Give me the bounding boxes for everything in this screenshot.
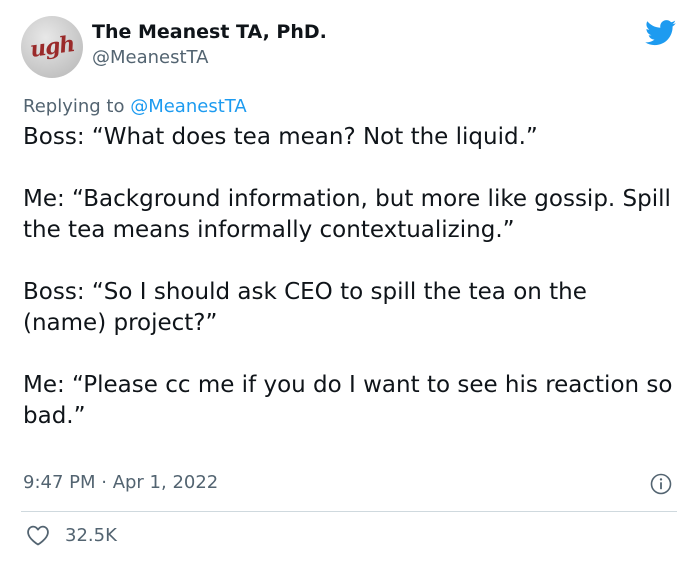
replying-prefix: Replying to [23, 96, 131, 117]
tweet-paragraph: Me: “Background information, but more li… [23, 186, 671, 243]
tweet-paragraph: Me: “Please cc me if you do I want to se… [23, 372, 673, 429]
like-action[interactable]: 32.5K [26, 524, 117, 546]
tweet-card: ugh The Meanest TA, PhD. @MeanestTA Repl… [0, 0, 700, 563]
avatar[interactable]: ugh [21, 16, 83, 78]
display-name[interactable]: The Meanest TA, PhD. [92, 20, 327, 45]
avatar-text: ugh [28, 31, 76, 63]
user-handle[interactable]: @MeanestTA [92, 45, 327, 70]
author-names: The Meanest TA, PhD. @MeanestTA [92, 20, 327, 70]
replying-to: Replying to @MeanestTA [23, 95, 247, 119]
tweet-text: Boss: “What does tea mean? Not the liqui… [23, 122, 673, 432]
tweet-paragraph: Boss: “What does tea mean? Not the liqui… [23, 124, 538, 150]
tweet-paragraph: Boss: “So I should ask CEO to spill the … [23, 279, 587, 336]
like-count: 32.5K [65, 524, 117, 546]
reply-mention-link[interactable]: @MeanestTA [130, 96, 246, 117]
info-icon[interactable] [650, 473, 672, 495]
tweet-header: ugh The Meanest TA, PhD. @MeanestTA [21, 16, 327, 78]
heart-icon[interactable] [26, 524, 50, 546]
divider [21, 511, 677, 512]
twitter-bird-icon[interactable] [645, 20, 677, 46]
tweet-timestamp[interactable]: 9:47 PM · Apr 1, 2022 [23, 471, 218, 495]
